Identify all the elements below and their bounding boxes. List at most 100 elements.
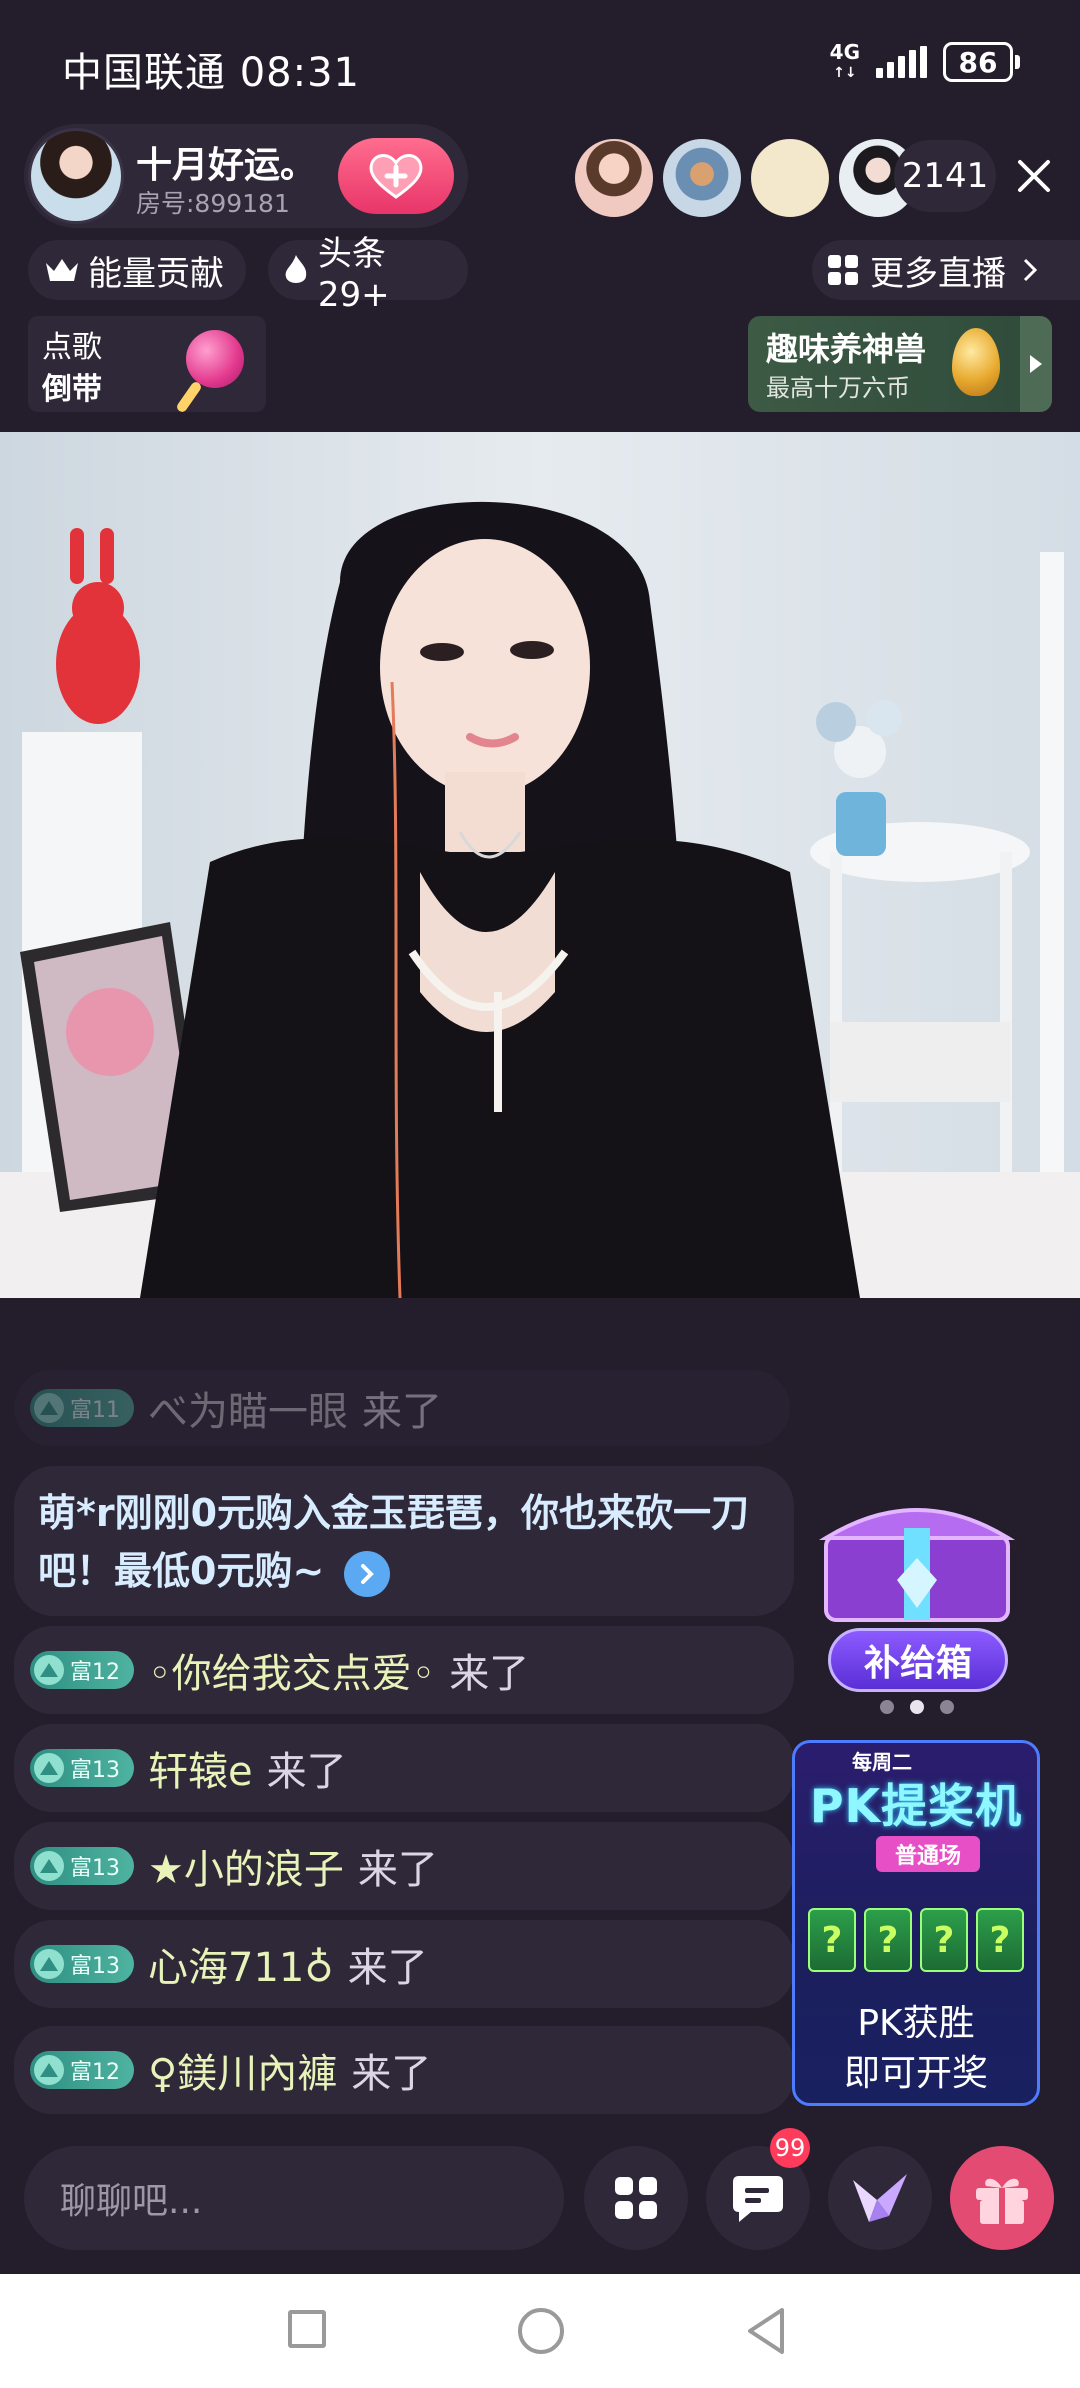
level-icon bbox=[34, 1851, 64, 1881]
host-name: 十月好运。 bbox=[136, 145, 317, 186]
level-icon bbox=[34, 1753, 64, 1783]
chat-action: 来了 bbox=[347, 1945, 428, 1991]
chat-message[interactable]: 富12 ◦你给我交点爱◦ 来了 bbox=[14, 1626, 794, 1714]
chat-action: 来了 bbox=[357, 1847, 438, 1893]
song-request-label: 点歌 bbox=[42, 330, 102, 365]
chat-input-placeholder: 聊聊吧... bbox=[60, 2181, 203, 2222]
level-label: 富12 bbox=[70, 1660, 120, 1685]
network-label: 4G bbox=[829, 39, 860, 64]
chat-username[interactable]: ★小的浪子 bbox=[148, 1837, 344, 1895]
chat-message[interactable]: 富13 心海711♁ 来了 bbox=[14, 1920, 794, 2008]
energy-label: 能量贡献 bbox=[88, 253, 224, 294]
status-indicators: 4G ↑↓ 86 bbox=[830, 42, 1020, 82]
level-label: 富13 bbox=[70, 1856, 120, 1881]
level-icon bbox=[34, 2055, 64, 2085]
pk-slot: ? bbox=[864, 1908, 912, 1972]
battery-level: 86 bbox=[943, 42, 1013, 82]
signal-icon bbox=[876, 46, 927, 78]
paper-crane-icon bbox=[853, 2174, 907, 2222]
level-icon bbox=[34, 1949, 64, 1979]
carousel-dots bbox=[880, 1700, 954, 1714]
heart-plus-icon bbox=[369, 154, 423, 199]
wealth-level-badge: 富12 bbox=[30, 2051, 134, 2089]
lollipop-icon bbox=[186, 330, 244, 388]
level-icon bbox=[34, 1655, 64, 1685]
host-avatar[interactable] bbox=[28, 128, 124, 224]
chat-username[interactable]: ♀鎂川內褲 bbox=[148, 2041, 337, 2099]
chat-username[interactable]: 心海711♁ bbox=[148, 1935, 334, 1993]
chat-username[interactable]: べ为瞄一眼 bbox=[148, 1379, 348, 1437]
grid-icon bbox=[828, 255, 858, 285]
pk-win-text: PK获胜 bbox=[857, 2003, 975, 2044]
status-carrier-time: 中国联通 08:31 bbox=[62, 50, 360, 96]
level-label: 富11 bbox=[70, 1398, 120, 1423]
pk-open-text: 即可开奖 bbox=[843, 2053, 988, 2094]
close-icon[interactable] bbox=[1008, 146, 1060, 206]
flame-icon bbox=[285, 255, 307, 283]
song-title: 倒带 bbox=[42, 372, 102, 407]
viewer-avatar[interactable] bbox=[660, 136, 744, 220]
wealth-level-badge: 富12 bbox=[30, 1651, 134, 1689]
viewer-count[interactable]: 2141 bbox=[894, 140, 996, 212]
back-icon[interactable] bbox=[744, 2306, 788, 2356]
pk-slots: ? ? ? ? bbox=[808, 1908, 1024, 1972]
battery-icon: 86 bbox=[943, 42, 1020, 82]
level-label: 富13 bbox=[70, 1954, 120, 1979]
level-icon bbox=[34, 1393, 64, 1423]
home-icon[interactable] bbox=[518, 2308, 564, 2354]
network-indicator: 4G ↑↓ bbox=[829, 39, 860, 81]
chevron-right-icon[interactable] bbox=[343, 1550, 390, 1597]
level-label: 富12 bbox=[70, 2060, 120, 2085]
promo-text: 萌*r刚刚0元购入金玉琵琶，你也来砍一刀吧！最低0元购~ bbox=[38, 1491, 750, 1593]
gift-button[interactable] bbox=[950, 2146, 1054, 2250]
chevron-right-icon bbox=[1023, 258, 1038, 282]
beast-subtitle: 最高十万六币 bbox=[766, 374, 910, 402]
viewer-avatar[interactable] bbox=[572, 136, 656, 220]
pk-mode-label: 普通场 bbox=[876, 1836, 980, 1872]
headline-label: 头条 29+ bbox=[317, 233, 390, 315]
apps-grid-button[interactable] bbox=[584, 2146, 688, 2250]
wealth-level-badge: 富11 bbox=[30, 1389, 134, 1427]
play-arrow-icon[interactable] bbox=[1020, 316, 1052, 412]
stream-frame bbox=[0, 432, 1080, 1298]
beast-title: 趣味养神兽 bbox=[766, 330, 927, 368]
follow-button[interactable] bbox=[338, 138, 454, 214]
chat-username[interactable]: 轩辕e bbox=[148, 1739, 253, 1797]
wealth-level-badge: 富13 bbox=[30, 1847, 134, 1885]
level-label: 富13 bbox=[70, 1758, 120, 1783]
viewer-avatar[interactable] bbox=[748, 136, 832, 220]
gift-icon bbox=[976, 2178, 1028, 2224]
supply-box-button[interactable]: 补给箱 bbox=[828, 1628, 1008, 1692]
pk-slot: ? bbox=[920, 1908, 968, 1972]
pk-title: PK提奖机 bbox=[809, 1779, 1023, 1833]
promo-message[interactable]: 萌*r刚刚0元购入金玉琵琶，你也来砍一刀吧！最低0元购~ bbox=[14, 1466, 794, 1616]
unread-badge: 99 bbox=[770, 2128, 810, 2168]
top-viewers bbox=[572, 136, 924, 220]
chat-action: 来了 bbox=[449, 1651, 530, 1697]
headline-button[interactable]: 头条 29+ bbox=[268, 234, 468, 315]
chat-message[interactable]: 富11 べ为瞄一眼 来了 bbox=[14, 1370, 790, 1446]
chat-bubble-icon bbox=[733, 2176, 783, 2222]
pk-slot: ? bbox=[808, 1908, 856, 1972]
room-number: 房号:899181 bbox=[136, 189, 290, 218]
paper-crane-button[interactable] bbox=[828, 2146, 932, 2250]
wealth-level-badge: 富13 bbox=[30, 1945, 134, 1983]
chat-message[interactable]: 富13 轩辕e 来了 bbox=[14, 1724, 794, 1812]
more-live-label: 更多直播 bbox=[870, 253, 1006, 294]
recent-apps-icon[interactable] bbox=[288, 2310, 326, 2348]
energy-contribution-button[interactable]: 能量贡献 bbox=[28, 240, 246, 300]
grid-icon bbox=[615, 2177, 657, 2219]
chat-action: 来了 bbox=[266, 1749, 347, 1795]
supply-chest-icon[interactable] bbox=[812, 1488, 1022, 1628]
wealth-level-badge: 富13 bbox=[30, 1749, 134, 1787]
chat-input[interactable]: 聊聊吧... bbox=[24, 2146, 564, 2250]
chat-action: 来了 bbox=[362, 1389, 442, 1435]
crown-icon bbox=[46, 259, 78, 281]
chat-action: 来了 bbox=[351, 2051, 432, 2097]
chat-message[interactable]: 富12 ♀鎂川內褲 来了 bbox=[14, 2026, 794, 2114]
chat-message[interactable]: 富13 ★小的浪子 来了 bbox=[14, 1822, 794, 1910]
live-video[interactable] bbox=[0, 432, 1080, 1298]
chat-username[interactable]: ◦你给我交点爱◦ bbox=[148, 1641, 435, 1699]
pk-slot: ? bbox=[976, 1908, 1024, 1972]
more-live-button[interactable]: 更多直播 bbox=[812, 240, 1080, 300]
